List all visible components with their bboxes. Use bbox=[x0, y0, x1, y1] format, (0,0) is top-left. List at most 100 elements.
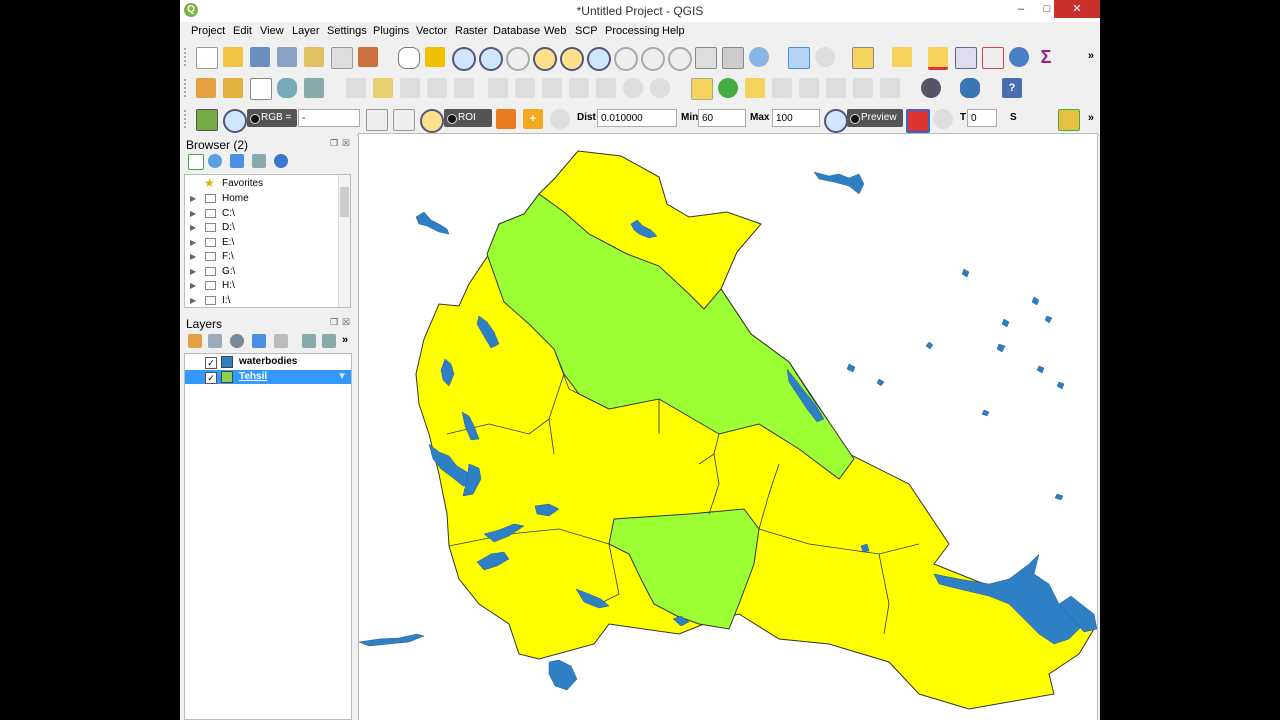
help-icon[interactable]: ? bbox=[1002, 78, 1022, 98]
browser-item-drive-i[interactable]: ▶ I:\ bbox=[185, 294, 350, 307]
waterbody-shape[interactable] bbox=[1001, 318, 1010, 328]
rgb-combo[interactable]: - bbox=[298, 109, 360, 127]
zoom-to-selection-icon[interactable] bbox=[560, 47, 584, 71]
waterbody-shape[interactable] bbox=[813, 171, 865, 195]
menu-help[interactable]: Help bbox=[662, 25, 685, 37]
expand-arrow-icon[interactable]: ▶ bbox=[190, 236, 196, 250]
statistics-icon[interactable] bbox=[982, 47, 1004, 69]
add-group-icon[interactable] bbox=[208, 334, 222, 348]
add-selected-layers-icon[interactable] bbox=[188, 154, 204, 170]
band-calc-icon[interactable] bbox=[1058, 109, 1080, 131]
save-project-icon[interactable] bbox=[250, 47, 270, 67]
refresh-browser-icon[interactable] bbox=[208, 154, 222, 168]
move-label-icon[interactable] bbox=[826, 78, 846, 98]
float-panel-icon[interactable]: ❐ bbox=[330, 317, 338, 328]
waterbody-shape[interactable] bbox=[846, 363, 856, 373]
menu-vector[interactable]: Vector bbox=[416, 25, 447, 37]
zoom-full-icon[interactable] bbox=[533, 47, 557, 71]
close-panel-icon[interactable]: ☒ bbox=[342, 317, 350, 328]
filter-expression-icon[interactable] bbox=[274, 334, 288, 348]
waterbody-shape[interactable] bbox=[981, 409, 990, 417]
layer-filter-icon[interactable]: ▼ bbox=[337, 370, 347, 384]
open-layer-styling-icon[interactable] bbox=[188, 334, 202, 348]
cut-features-icon[interactable] bbox=[542, 78, 562, 98]
close-panel-icon[interactable]: ☒ bbox=[342, 138, 350, 149]
run-feature-action-icon[interactable] bbox=[815, 47, 835, 67]
pan-hand-icon[interactable] bbox=[398, 47, 420, 69]
expand-arrow-icon[interactable]: ▶ bbox=[190, 207, 196, 221]
toolbar-grip[interactable] bbox=[184, 48, 189, 66]
manage-map-themes-icon[interactable] bbox=[230, 334, 244, 348]
paste-features-icon[interactable] bbox=[596, 78, 616, 98]
expand-all-icon[interactable] bbox=[302, 334, 316, 348]
scrollbar-thumb[interactable] bbox=[340, 187, 349, 217]
scp-zoom-icon[interactable] bbox=[223, 109, 247, 133]
menu-scp[interactable]: SCP bbox=[575, 25, 598, 37]
bookmark-icon[interactable] bbox=[722, 47, 744, 69]
toolbar-overflow-icon[interactable]: » bbox=[1088, 112, 1094, 124]
diagram-options-icon[interactable] bbox=[718, 78, 738, 98]
refresh-icon[interactable] bbox=[749, 47, 769, 67]
zoom-to-roi-icon[interactable] bbox=[420, 109, 444, 133]
browser-item-drive-g[interactable]: ▶ G:\ bbox=[185, 265, 350, 279]
layer-symbol-swatch[interactable] bbox=[221, 371, 233, 383]
min-spinbox[interactable]: 60 bbox=[698, 109, 746, 127]
properties-icon[interactable] bbox=[274, 154, 288, 168]
std-dev-stretch-icon[interactable] bbox=[393, 109, 415, 131]
redo-preview-icon[interactable] bbox=[933, 109, 953, 129]
filter-browser-icon[interactable] bbox=[230, 154, 244, 168]
zoom-next-icon[interactable] bbox=[668, 47, 692, 71]
highlight-pinned-labels-icon[interactable] bbox=[745, 78, 765, 98]
max-spinbox[interactable]: 100 bbox=[772, 109, 820, 127]
open-project-icon[interactable] bbox=[223, 47, 243, 67]
layout-manager-icon[interactable] bbox=[331, 47, 353, 69]
browser-item-drive-f[interactable]: ▶ F:\ bbox=[185, 250, 350, 264]
close-button[interactable]: ✕ bbox=[1054, 0, 1100, 18]
new-print-layout-icon[interactable] bbox=[304, 47, 324, 67]
select-features-icon[interactable] bbox=[852, 47, 874, 69]
copy-features-icon[interactable] bbox=[569, 78, 589, 98]
undo-icon[interactable] bbox=[623, 78, 643, 98]
plugin-ad-icon[interactable] bbox=[921, 78, 941, 98]
create-layer-icon[interactable] bbox=[277, 78, 297, 98]
menu-settings[interactable]: Settings bbox=[327, 25, 367, 37]
waterbody-shape[interactable] bbox=[359, 633, 425, 647]
toggle-editing-icon[interactable] bbox=[373, 78, 393, 98]
zoom-last-icon[interactable] bbox=[641, 47, 665, 71]
browser-item-favorites[interactable]: ★ Favorites bbox=[185, 176, 350, 191]
waterbody-shape[interactable] bbox=[415, 211, 450, 235]
waterbody-shape[interactable] bbox=[548, 659, 578, 691]
edits-icon[interactable] bbox=[346, 78, 366, 98]
save-edits-icon[interactable] bbox=[400, 78, 420, 98]
label-toolbar-icon[interactable] bbox=[691, 78, 713, 100]
create-roi-polygon-icon[interactable] bbox=[496, 109, 516, 129]
change-label-icon[interactable] bbox=[880, 78, 900, 98]
pin-labels-icon[interactable] bbox=[772, 78, 792, 98]
map-canvas[interactable] bbox=[358, 133, 1098, 720]
menu-project[interactable]: Project bbox=[191, 25, 225, 37]
zoom-out-icon[interactable] bbox=[479, 47, 503, 71]
expand-arrow-icon[interactable]: ▶ bbox=[190, 265, 196, 279]
delete-selected-icon[interactable] bbox=[515, 78, 535, 98]
classification-preview-icon[interactable] bbox=[906, 109, 930, 133]
browser-item-drive-h[interactable]: ▶ H:\ bbox=[185, 279, 350, 293]
layer-row-tehsil[interactable]: ✓ Tehsil ▼ bbox=[185, 370, 351, 384]
layer-visibility-checkbox[interactable]: ✓ bbox=[205, 357, 217, 369]
browser-item-drive-d[interactable]: ▶ D:\ bbox=[185, 221, 350, 235]
waterbody-shape[interactable] bbox=[1054, 493, 1064, 501]
t-spinbox[interactable]: 0 bbox=[967, 109, 997, 127]
zoom-native-icon[interactable] bbox=[614, 47, 638, 71]
sum-icon[interactable]: Σ bbox=[1036, 47, 1056, 67]
menu-layer[interactable]: Layer bbox=[292, 25, 320, 37]
add-feature-icon[interactable] bbox=[427, 78, 447, 98]
filter-legend-icon[interactable] bbox=[252, 334, 266, 348]
layer-row-waterbodies[interactable]: ✓ waterbodies bbox=[185, 355, 351, 369]
deselect-all-icon[interactable] bbox=[928, 47, 948, 70]
save-as-icon[interactable] bbox=[277, 47, 297, 67]
browser-item-drive-e[interactable]: ▶ E:\ bbox=[185, 236, 350, 250]
dist-spinbox[interactable]: 0.010000 bbox=[597, 109, 677, 127]
waterbody-shape[interactable] bbox=[996, 343, 1006, 353]
zoom-rubberband-icon[interactable] bbox=[506, 47, 530, 71]
pan-to-selection-icon[interactable] bbox=[425, 47, 445, 67]
expand-arrow-icon[interactable]: ▶ bbox=[190, 221, 196, 235]
